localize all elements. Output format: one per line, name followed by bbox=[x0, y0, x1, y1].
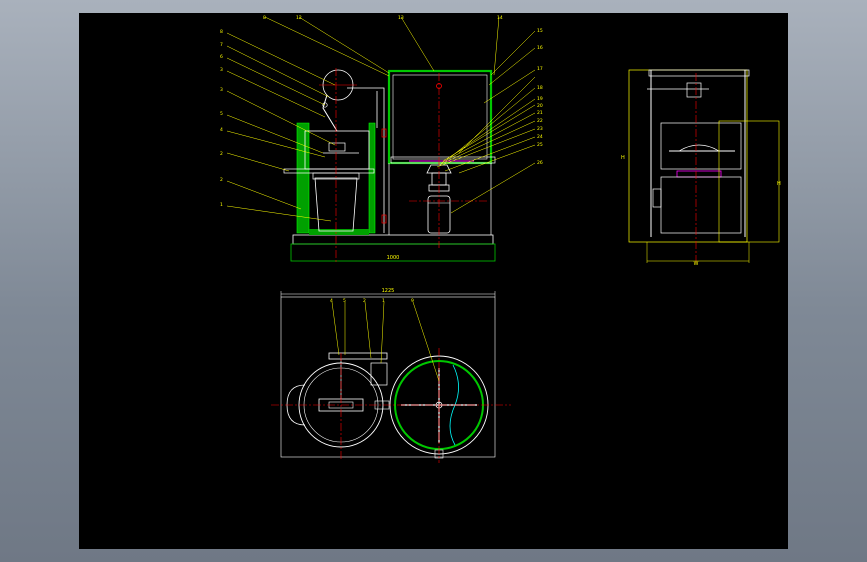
side-right-dim-box bbox=[718, 120, 780, 243]
right-leaders bbox=[436, 30, 536, 214]
side-height-dimension: H bbox=[621, 155, 625, 161]
callout-label: 8 bbox=[263, 15, 266, 21]
callout-label: 19 bbox=[537, 96, 543, 102]
top-view: 1225 4 5 2 1 9 bbox=[271, 288, 511, 463]
top-view-callout-labels: 4 5 2 1 9 bbox=[330, 298, 414, 304]
callout-label: 20 bbox=[537, 103, 543, 109]
callout-label: 8 bbox=[220, 29, 223, 35]
right-callout-labels: 15 16 17 18 19 20 21 22 23 24 25 26 bbox=[537, 28, 543, 166]
crank-arm bbox=[322, 94, 338, 132]
side-view-frame bbox=[628, 69, 748, 243]
callout-label: 12 bbox=[296, 15, 302, 21]
side-handle bbox=[652, 188, 662, 208]
top-callout-labels: 8 12 13 14 bbox=[263, 15, 503, 21]
callout-label: 3 bbox=[220, 87, 223, 93]
side-press-dome bbox=[678, 144, 720, 152]
press-head bbox=[328, 142, 346, 152]
callout-label: 24 bbox=[537, 134, 543, 140]
callout-label: 4 bbox=[330, 298, 333, 304]
base-plate bbox=[292, 234, 494, 245]
side-chamber bbox=[660, 122, 742, 170]
base-dimension-label: 1000 bbox=[387, 255, 400, 261]
top-motor bbox=[370, 362, 388, 386]
top-overall-dimension: 1225 bbox=[382, 288, 395, 294]
left-leaders bbox=[226, 32, 336, 222]
callout-label: 5 bbox=[343, 298, 346, 304]
callout-label: 6 bbox=[220, 54, 223, 60]
left-callout-labels: 8 7 6 3 3 5 4 2 2 1 bbox=[220, 29, 223, 208]
side-right-dimension: H bbox=[777, 181, 781, 187]
tank-inner bbox=[392, 74, 488, 160]
callout-label: 17 bbox=[537, 66, 543, 72]
callout-label: 1 bbox=[220, 202, 223, 208]
callout-label: 21 bbox=[537, 110, 543, 116]
callout-label: 16 bbox=[537, 45, 543, 51]
callout-label: 9 bbox=[411, 298, 414, 304]
callout-label: 1 bbox=[382, 298, 385, 304]
callout-label: 26 bbox=[537, 160, 543, 166]
side-view: W H H bbox=[621, 69, 781, 267]
callout-label: 25 bbox=[537, 142, 543, 148]
tank-body bbox=[387, 69, 493, 165]
side-magenta-bar bbox=[676, 170, 722, 178]
front-view: 1000 8 7 6 3 3 5 4 2 2 1 8 12 13 14 15 1… bbox=[220, 15, 543, 263]
housing-floor bbox=[309, 229, 369, 235]
callout-label: 3 bbox=[220, 67, 223, 73]
callout-label: 23 bbox=[537, 126, 543, 132]
callout-label: 15 bbox=[537, 28, 543, 34]
cad-drawing-canvas[interactable]: 1000 8 7 6 3 3 5 4 2 2 1 8 12 13 14 15 1… bbox=[79, 13, 788, 549]
assembly-drawing: 1000 8 7 6 3 3 5 4 2 2 1 8 12 13 14 15 1… bbox=[220, 15, 781, 463]
upper-chamber bbox=[304, 130, 370, 170]
callout-label: 14 bbox=[497, 15, 503, 21]
side-lower-housing bbox=[660, 176, 742, 234]
callout-label: 7 bbox=[220, 42, 223, 48]
top-view-outline bbox=[280, 296, 496, 458]
callout-label: 2 bbox=[220, 151, 223, 157]
support-column bbox=[347, 87, 385, 233]
callout-label: 5 bbox=[220, 111, 223, 117]
callout-label: 18 bbox=[537, 85, 543, 91]
top-drive-bar bbox=[328, 352, 388, 360]
housing-right-wall bbox=[368, 122, 376, 234]
callout-label: 4 bbox=[220, 127, 223, 133]
side-top-beam bbox=[648, 69, 750, 77]
callout-label: 22 bbox=[537, 118, 543, 124]
top-view-leaders bbox=[331, 301, 440, 382]
side-drive-box bbox=[686, 82, 702, 98]
top-leaders bbox=[264, 16, 500, 77]
side-bottom-dimension: W bbox=[694, 261, 699, 267]
callout-label: 2 bbox=[220, 177, 223, 183]
callout-label: 2 bbox=[363, 298, 366, 304]
callout-label: 13 bbox=[398, 15, 404, 21]
